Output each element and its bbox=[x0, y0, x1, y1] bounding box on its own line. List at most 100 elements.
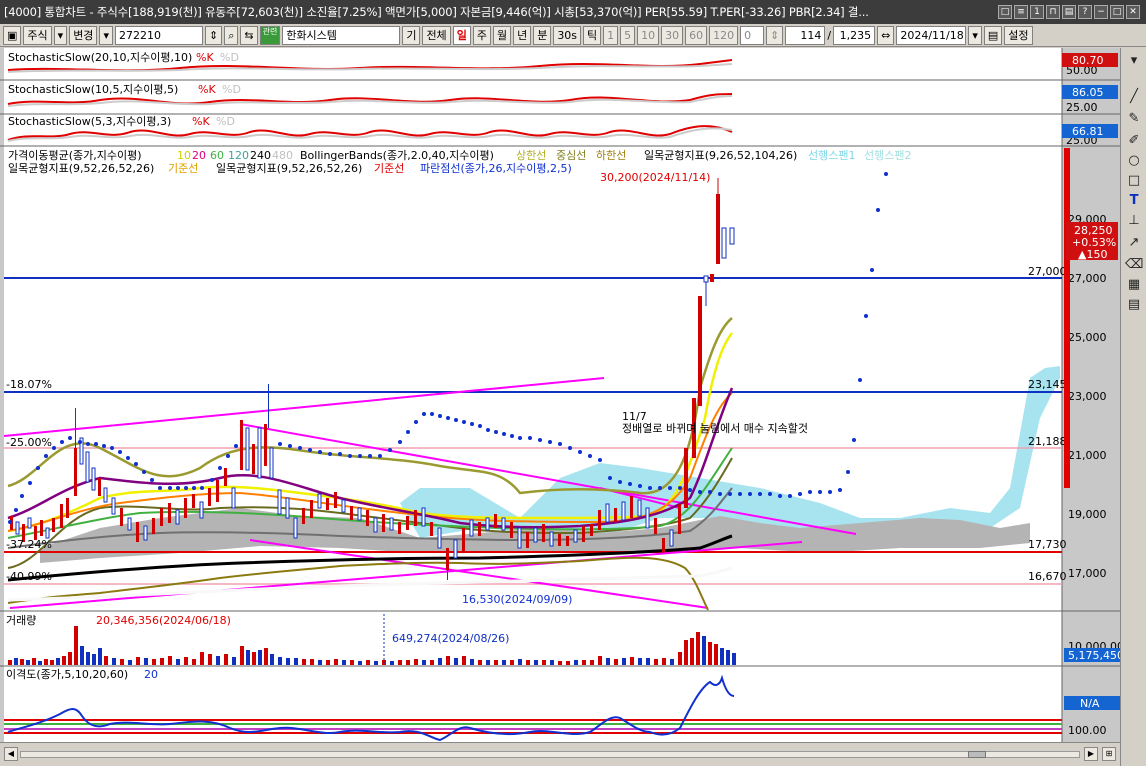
bb-lower-legend: 하한선 bbox=[596, 148, 626, 162]
restore-icon[interactable]: □ bbox=[998, 5, 1012, 19]
delete-tool-icon[interactable]: ⌫ bbox=[1125, 256, 1143, 274]
minute-120[interactable]: 120 bbox=[709, 25, 739, 45]
scroll-left-icon[interactable]: ◀ bbox=[4, 747, 18, 761]
minute-30[interactable]: 30 bbox=[661, 25, 684, 45]
search-icon[interactable]: ⌕ bbox=[224, 25, 239, 45]
tile-icon[interactable]: ≡ bbox=[1014, 5, 1028, 19]
ma-period-60: 60 bbox=[210, 149, 224, 162]
price-range-bar bbox=[1064, 148, 1070, 488]
change-select[interactable]: 변경 bbox=[69, 25, 98, 45]
settings-button[interactable]: 설정 bbox=[1004, 25, 1033, 45]
dropdown-icon[interactable]: ▾ bbox=[99, 25, 113, 45]
stock-code-input[interactable]: 272210 bbox=[114, 25, 203, 45]
help-icon[interactable]: ? bbox=[1078, 5, 1092, 19]
annotation-text: 정배열로 바뀌며 눌림에서 매수 지속할것 bbox=[622, 422, 808, 435]
pct-label-18: -18.07% bbox=[6, 378, 52, 391]
dropdown-icon[interactable]: ▾ bbox=[53, 25, 68, 45]
spin-icon[interactable]: ⇕ bbox=[766, 25, 784, 45]
period-week[interactable]: 주 bbox=[472, 25, 491, 45]
period-month[interactable]: 월 bbox=[492, 25, 512, 45]
stoch2-d: %D bbox=[222, 83, 241, 96]
scroll-right-icon[interactable]: ▶ bbox=[1084, 747, 1098, 761]
stoch3-d: %D bbox=[216, 115, 235, 128]
scroll-thumb[interactable] bbox=[968, 751, 986, 758]
ellipse-tool-icon[interactable]: ○ bbox=[1125, 152, 1143, 170]
stoch1-k: %K bbox=[196, 51, 214, 64]
date-input[interactable]: 2024/11/18 bbox=[896, 25, 967, 45]
period-all[interactable]: 전체 bbox=[422, 25, 451, 45]
minute-10[interactable]: 10 bbox=[637, 25, 660, 45]
print-icon[interactable]: ▤ bbox=[1062, 5, 1076, 19]
period-minute[interactable]: 분 bbox=[533, 25, 552, 45]
price-scale-19000: 19,000 bbox=[1068, 508, 1107, 521]
stoch1-d: %D bbox=[220, 51, 239, 64]
ichimoku2-legend-label: 일목균형지표(9,52,26,52,26) bbox=[8, 161, 154, 175]
scroll-track[interactable] bbox=[20, 751, 1080, 758]
minute-60[interactable]: 60 bbox=[685, 25, 708, 45]
parabolic-legend: 파란점선(종가,26,지수이평,2,5) bbox=[420, 162, 572, 175]
level-label-17730: 17,730 bbox=[1028, 538, 1067, 551]
bb-upper-legend: 상한선 bbox=[516, 149, 546, 162]
horizontal-scrollbar[interactable]: ◀ ▶ ⊞ bbox=[0, 742, 1120, 766]
layout-1-icon[interactable]: 1 bbox=[1030, 5, 1044, 19]
eraser-tool-icon[interactable]: ✐ bbox=[1125, 132, 1143, 150]
drawing-toolbar: ▾ ╱ ✎ ✐ ○ □ T ⊥ ↗ ⌫ ▦ ▤ bbox=[1120, 48, 1146, 766]
disparity-period: 20 bbox=[144, 668, 158, 681]
price-scale-27000: 27,000 bbox=[1068, 272, 1107, 285]
fibonacci-tool-icon[interactable]: ⊥ bbox=[1125, 212, 1143, 230]
period-tick[interactable]: 틱 bbox=[583, 25, 602, 45]
stoch3-value: 66.81 bbox=[1072, 125, 1104, 138]
collapse-icon[interactable]: ▾ bbox=[1125, 52, 1143, 70]
minute-1[interactable]: 1 bbox=[603, 25, 619, 45]
pct-label-25: -25.00% bbox=[6, 436, 52, 449]
ichimoku1-span1: 선행스팬1 bbox=[808, 149, 855, 162]
save-icon[interactable]: ▤ bbox=[983, 25, 1003, 45]
maximize-icon[interactable]: □ bbox=[1110, 5, 1124, 19]
chart-icon[interactable]: ▣ bbox=[3, 25, 22, 45]
level-label-27000: 27,000 bbox=[1028, 265, 1067, 278]
palette-tool-icon[interactable]: ▤ bbox=[1125, 296, 1143, 314]
low-price-mark: 16,530(2024/09/09) bbox=[462, 593, 572, 606]
prev-next-icon[interactable]: ⇆ bbox=[240, 25, 258, 45]
line-tool-icon[interactable]: ╱ bbox=[1125, 88, 1143, 106]
close-icon[interactable]: ✕ bbox=[1126, 5, 1140, 19]
grid-tool-icon[interactable]: ▦ bbox=[1125, 276, 1143, 294]
minimize-icon[interactable]: − bbox=[1094, 5, 1108, 19]
dropdown-icon[interactable]: ▾ bbox=[968, 25, 982, 45]
disparity-scale-bottom: 100.00 bbox=[1068, 724, 1107, 737]
price-scale-21000: 21,000 bbox=[1068, 449, 1107, 462]
layout-2-icon[interactable]: ⊓ bbox=[1046, 5, 1060, 19]
bb-middle-legend: 중심선 bbox=[556, 149, 586, 162]
count-input[interactable]: 114 bbox=[785, 25, 826, 45]
related-icon[interactable]: 관련 bbox=[259, 25, 281, 45]
arrow-tool-icon[interactable]: ↗ bbox=[1125, 234, 1143, 252]
ma-period-120: 120 bbox=[228, 149, 249, 162]
volume-max-mark: 20,346,356(2024/06/18) bbox=[96, 614, 231, 627]
pct-label-41: -40.99% bbox=[6, 570, 52, 583]
disparity-label: 이격도(종가,5,10,20,60) bbox=[6, 668, 128, 681]
period-30s[interactable]: 30s bbox=[553, 25, 582, 45]
stoch3-k: %K bbox=[192, 115, 210, 128]
pen-tool-icon[interactable]: ✎ bbox=[1125, 110, 1143, 128]
ichimoku2-base: 기준선 bbox=[168, 162, 198, 175]
stoch2-value: 86.05 bbox=[1072, 86, 1104, 99]
zoom-icon[interactable]: ⊞ bbox=[1102, 747, 1116, 761]
rect-tool-icon[interactable]: □ bbox=[1125, 172, 1143, 190]
calendar-icon[interactable]: ⇔ bbox=[877, 25, 895, 45]
period-day[interactable]: 일 bbox=[452, 25, 471, 45]
chart-area[interactable]: StochasticSlow(20,10,지수이평,10) %K %D 50.0… bbox=[0, 48, 1120, 742]
stoch2-k: %K bbox=[198, 83, 216, 96]
stoch1-value: 80.70 bbox=[1072, 54, 1104, 67]
ma-period-240: 240 bbox=[250, 149, 271, 162]
price-scale-25000: 25,000 bbox=[1068, 331, 1107, 344]
text-tool-icon[interactable]: T bbox=[1125, 192, 1143, 210]
period-gi[interactable]: 기 bbox=[402, 25, 421, 45]
stoch2-label: StochasticSlow(10,5,지수이평,5) bbox=[8, 83, 178, 96]
count-separator: / bbox=[827, 28, 832, 42]
window-title: [4000] 통합차트 - 주식수[188,919(천)] 유동주[72,603… bbox=[4, 5, 869, 19]
market-select[interactable]: 주식 bbox=[23, 25, 52, 45]
spin-icon[interactable]: ⇕ bbox=[204, 25, 223, 45]
period-year[interactable]: 년 bbox=[513, 25, 532, 45]
minute-5[interactable]: 5 bbox=[620, 25, 636, 45]
tick-input[interactable]: 0 bbox=[740, 25, 765, 45]
